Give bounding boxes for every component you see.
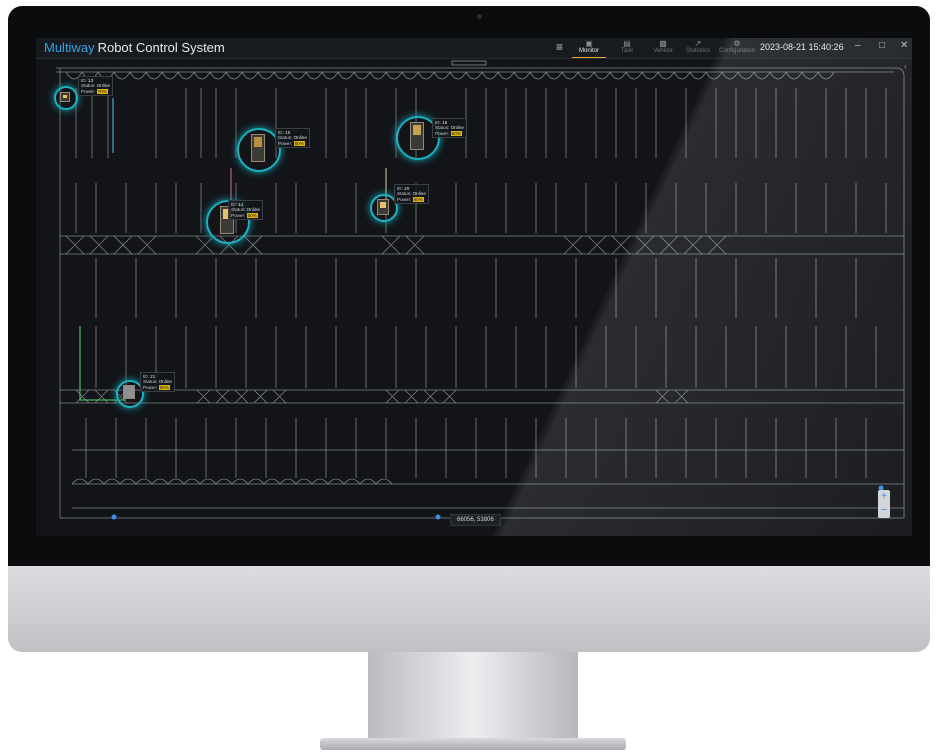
robot-power: 60% bbox=[412, 196, 424, 202]
robot-icon bbox=[410, 122, 424, 150]
robot-info-card: ID: 16 Status: Online Power: 60% bbox=[432, 118, 467, 139]
id-label: ID: bbox=[397, 186, 403, 191]
aisles-middle bbox=[95, 258, 877, 388]
vehicle-icon: ▩ bbox=[659, 39, 667, 48]
maximize-button[interactable]: □ bbox=[879, 40, 885, 51]
robot-icon bbox=[123, 385, 135, 399]
status-label: Status: bbox=[143, 379, 158, 385]
id-label: ID: bbox=[435, 120, 441, 125]
datetime: 2023-08-21 15:40:26 bbox=[760, 42, 844, 52]
track-network bbox=[56, 67, 905, 519]
power-label: Power: bbox=[231, 212, 246, 218]
brand-name: Multiway bbox=[44, 40, 95, 55]
robot-icon bbox=[60, 92, 70, 102]
app-title: Multiway Robot Control System bbox=[44, 40, 225, 55]
robot-id: 15 bbox=[285, 130, 291, 135]
robot-id: 21 bbox=[150, 374, 156, 379]
robot-power: 70% bbox=[96, 88, 108, 94]
warehouse-map[interactable] bbox=[36, 58, 912, 536]
zoom-out-button[interactable]: − bbox=[878, 504, 890, 516]
robot-icon bbox=[377, 199, 389, 215]
camera bbox=[477, 14, 482, 19]
robot-info-card: ID: 14 Status: Online Power: 60% bbox=[228, 200, 263, 221]
cursor-coordinates: 66056, 53806 bbox=[450, 514, 501, 526]
id-label: ID: bbox=[278, 130, 284, 135]
robot-power: 60% bbox=[450, 130, 462, 136]
status-label: Status: bbox=[435, 125, 450, 131]
title-bar: Multiway Robot Control System ≡ ▣ Monitor… bbox=[36, 38, 912, 59]
robot-info-card: ID: 15 Status: Online Power: 80% bbox=[275, 128, 310, 149]
minimize-button[interactable]: – bbox=[855, 40, 861, 51]
task-icon: ▤ bbox=[623, 39, 631, 48]
monitor-icon: ▣ bbox=[585, 39, 593, 48]
tab-configuration[interactable]: ⚙ Configuration bbox=[717, 39, 757, 57]
robot-id: 16 bbox=[442, 120, 448, 125]
status-label: Status: bbox=[278, 135, 293, 141]
tab-label: Configuration bbox=[719, 48, 755, 54]
arch-row-top bbox=[65, 71, 835, 80]
power-label: Power: bbox=[143, 384, 158, 390]
tab-vehicle[interactable]: ▩ Vehicle bbox=[646, 39, 680, 57]
robot-status: Online bbox=[246, 207, 260, 213]
waypoint-marker bbox=[435, 514, 441, 520]
status-label: Status: bbox=[397, 191, 412, 197]
app-screen: Multiway Robot Control System ≡ ▣ Monitor… bbox=[36, 38, 912, 536]
tab-monitor[interactable]: ▣ Monitor bbox=[572, 39, 606, 58]
tab-task[interactable]: ▤ Task bbox=[610, 39, 644, 57]
robot-status: Online bbox=[293, 135, 307, 141]
zoom-in-button[interactable]: + bbox=[878, 491, 890, 503]
scale-bar bbox=[451, 60, 487, 66]
waypoint-marker bbox=[111, 514, 117, 520]
power-label: Power: bbox=[278, 140, 293, 146]
robot-power: 60% bbox=[246, 212, 258, 218]
robot-status: Online bbox=[412, 191, 426, 197]
robot-status: Online bbox=[158, 379, 172, 385]
aisles-upper bbox=[75, 88, 887, 233]
robot-info-card: ID: 20 Status: Online Power: 60% bbox=[394, 184, 429, 205]
monitor-base bbox=[320, 738, 626, 750]
robot-id: 14 bbox=[238, 202, 244, 207]
configuration-icon: ⚙ bbox=[733, 39, 741, 48]
monitor-chin bbox=[8, 566, 930, 652]
robot-power: 60% bbox=[158, 384, 170, 390]
aisles-lower bbox=[71, 418, 904, 509]
tab-label: Task bbox=[620, 48, 634, 54]
crossing-band-1 bbox=[60, 235, 904, 255]
robot-status: Online bbox=[96, 83, 110, 89]
robot-power: 80% bbox=[293, 140, 305, 146]
power-label: Power: bbox=[81, 88, 96, 94]
power-label: Power: bbox=[435, 130, 450, 136]
id-label: ID: bbox=[231, 202, 237, 207]
id-label: ID: bbox=[143, 374, 149, 379]
robot-info-card: ID: 13 Status: Online Power: 70% bbox=[78, 76, 113, 97]
crossing-band-2 bbox=[60, 389, 904, 404]
menu-icon[interactable]: ≡ bbox=[556, 40, 563, 54]
robot-status: Online bbox=[450, 125, 464, 131]
tab-label: Monitor bbox=[578, 48, 599, 54]
statistics-icon: ↗ bbox=[694, 39, 702, 48]
robot-info-card: ID: 21 Status: Online Power: 60% bbox=[140, 372, 175, 393]
tab-statistics[interactable]: ↗ Statistics bbox=[681, 39, 715, 57]
status-label: Status: bbox=[81, 83, 96, 89]
status-label: Status: bbox=[231, 207, 246, 213]
power-label: Power: bbox=[397, 196, 412, 202]
close-button[interactable]: ✕ bbox=[900, 40, 908, 51]
chevron-left-icon[interactable]: ‹ bbox=[904, 62, 907, 71]
robot-icon bbox=[251, 134, 265, 162]
id-label: ID: bbox=[81, 78, 87, 83]
outer-track bbox=[56, 67, 905, 518]
robot-id: 20 bbox=[404, 186, 410, 191]
app-title-text: Robot Control System bbox=[97, 40, 225, 55]
monitor-stand bbox=[368, 652, 578, 740]
tab-label: Statistics bbox=[685, 48, 710, 54]
robot-id: 13 bbox=[88, 78, 94, 83]
tab-label: Vehicle bbox=[653, 48, 673, 54]
zoom-control: + − bbox=[878, 490, 890, 518]
